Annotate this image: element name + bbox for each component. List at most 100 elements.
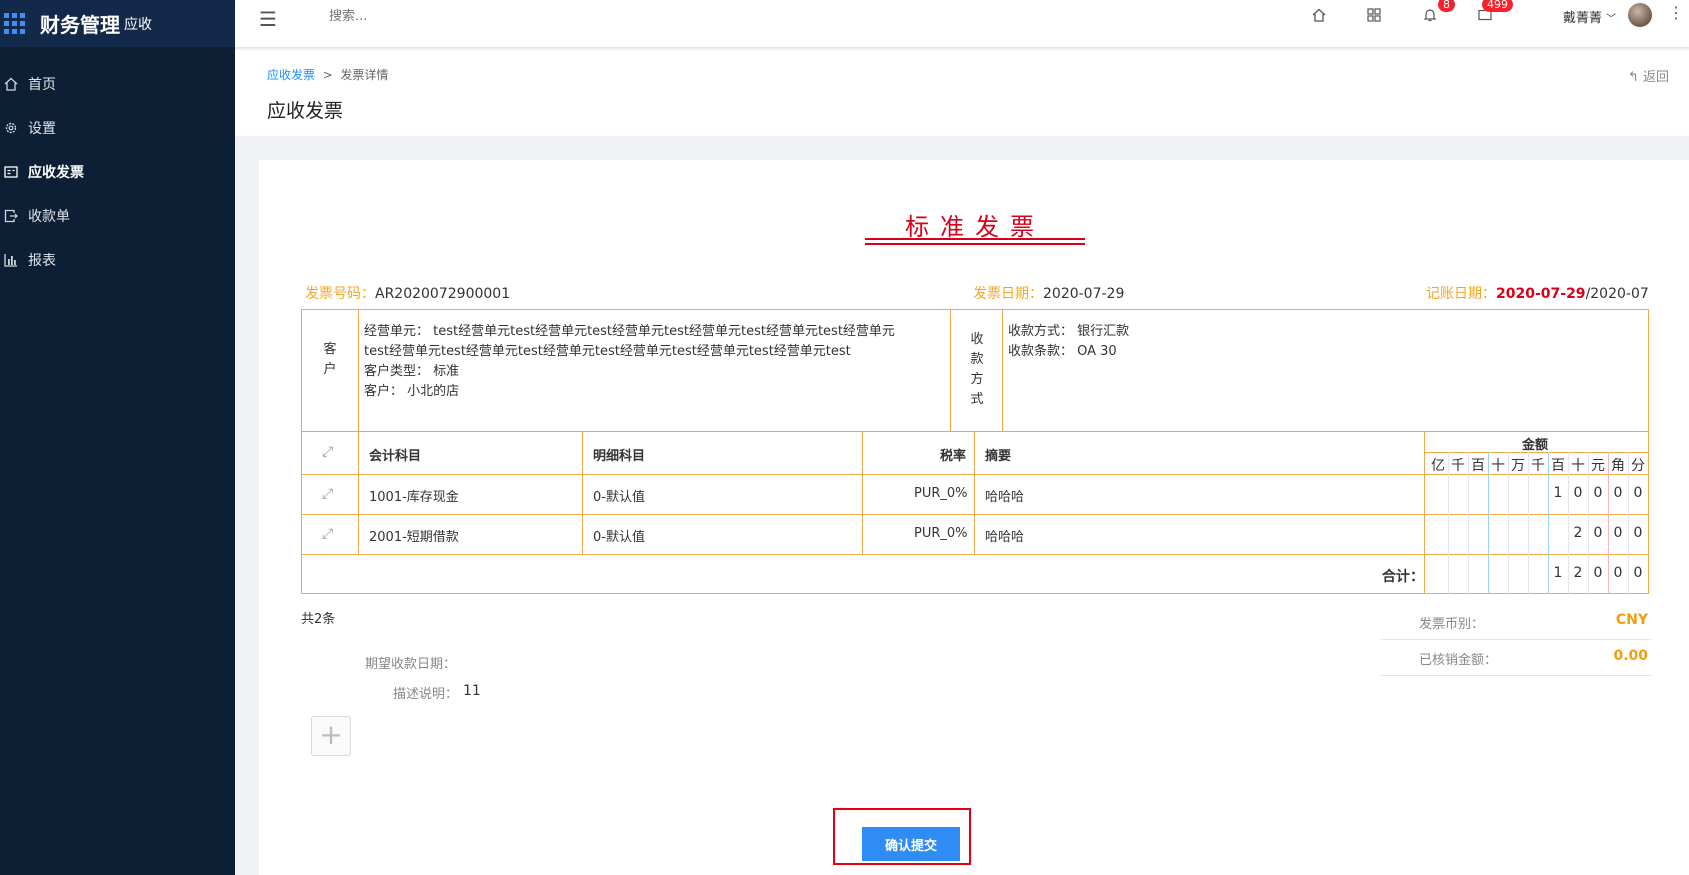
row-summary: 哈哈哈: [985, 530, 1025, 545]
total-digit: 0: [1613, 565, 1623, 581]
posting-date-value: 2020-07-29: [1496, 286, 1586, 302]
home-icon: [4, 77, 18, 91]
digit-unit-label: 万: [1511, 458, 1525, 474]
receipt-icon: [4, 209, 18, 223]
upload-button[interactable]: +: [311, 716, 351, 756]
row-summary: 哈哈哈: [985, 490, 1025, 505]
description-value: 11: [463, 683, 481, 699]
payment-info-line: 收款条款： OA 30: [1008, 344, 1117, 359]
customer-info-line: 客户： 小北的店: [364, 384, 460, 399]
row-detail: 0-默认值: [593, 530, 645, 545]
expected-date-label: 期望收款日期：: [365, 657, 457, 672]
expand-row-icon[interactable]: ⤢: [322, 526, 333, 542]
amount-digit: 2: [1573, 525, 1583, 541]
digit-unit-label: 百: [1471, 458, 1485, 474]
top-bar: ☰ 8 499 戴菁菁 ﹀ ⋮: [235, 0, 1689, 47]
amount-digit: 0: [1613, 485, 1623, 501]
sidebar-item-label: 设置: [28, 121, 56, 137]
app-title: 财务管理: [40, 13, 120, 37]
col-amount: 金额: [1522, 438, 1549, 453]
message-badge: 499: [1482, 0, 1513, 12]
avatar[interactable]: [1628, 3, 1652, 27]
sidebar-item-home[interactable]: 首页: [0, 62, 235, 106]
breadcrumb-link-invoices[interactable]: 应收发票: [267, 68, 315, 82]
verified-amount-row: 已核销金额： 0.00: [1381, 639, 1651, 676]
breadcrumb: 应收发票 > 发票详情: [267, 66, 388, 83]
currency-value: CNY: [1615, 612, 1648, 628]
posting-date-period: /2020-07: [1585, 286, 1649, 302]
row-account: 1001-库存现金: [369, 490, 459, 505]
username: 戴菁菁: [1563, 11, 1603, 26]
invoice-number-value: AR2020072900001: [375, 286, 511, 302]
back-button[interactable]: ↰ 返回: [1628, 66, 1669, 85]
breadcrumb-separator: >: [322, 68, 333, 82]
sidebar-nav: 首页 设置 应收发票 收款单 报表: [0, 47, 235, 282]
row-account: 2001-短期借款: [369, 530, 459, 545]
col-summary: 摘要: [985, 449, 1012, 464]
customer-info-line: 客户类型： 标准: [364, 364, 460, 379]
bell-icon[interactable]: [1422, 7, 1438, 27]
sidebar-item-label: 应收发票: [28, 165, 84, 181]
page-header: 应收发票 > 发票详情 应收发票 ↰ 返回: [235, 50, 1689, 136]
divider: [862, 432, 863, 554]
expand-row-icon[interactable]: ⤢: [322, 486, 333, 502]
digit-unit-label: 百: [1551, 458, 1565, 474]
divider: [301, 514, 1649, 515]
digit-unit-label: 亿: [1431, 458, 1445, 474]
amount-digit: 0: [1593, 485, 1603, 501]
breadcrumb-current: 发票详情: [340, 68, 389, 82]
row-tax: PUR_0%: [914, 526, 968, 541]
divider: [301, 554, 1649, 555]
amount-digit: 0: [1593, 525, 1603, 541]
divider: [358, 309, 359, 432]
digit-unit-label: 千: [1531, 458, 1545, 474]
sidebar-item-receipt[interactable]: 收款单: [0, 194, 235, 238]
gear-icon: [4, 121, 18, 135]
customer-info-line: 经营单元： test经营单元test经营单元test经营单元test经营单元te…: [364, 324, 895, 339]
digit-unit-label: 角: [1611, 458, 1625, 474]
more-vertical-icon[interactable]: ⋮: [1668, 3, 1684, 22]
bar-chart-icon: [4, 253, 18, 267]
digit-unit-label: 十: [1571, 458, 1585, 474]
col-account: 会计科目: [369, 449, 422, 464]
sidebar-item-label: 报表: [28, 253, 56, 269]
home-icon[interactable]: [1311, 7, 1327, 27]
digit-unit-label: 十: [1491, 458, 1505, 474]
posting-date-label: 记账日期：: [1426, 286, 1496, 302]
confirm-submit-button[interactable]: 确认提交: [862, 827, 960, 861]
invoice-title: 标准发票: [905, 213, 1045, 241]
return-icon: ↰: [1627, 70, 1639, 85]
divider: [950, 309, 951, 432]
sidebar-item-label: 收款单: [28, 209, 70, 225]
customer-header: 客户: [323, 342, 337, 377]
notification-badge: 8: [1438, 0, 1455, 12]
total-digit: 0: [1633, 565, 1643, 581]
verified-amount-label: 已核销金额：: [1419, 653, 1498, 668]
total-label: 合计：: [1382, 569, 1424, 585]
currency-label: 发票币别：: [1419, 617, 1485, 632]
currency-row: 发票币别： CNY: [1381, 603, 1651, 640]
row-count: 共2条: [301, 612, 336, 627]
sidebar-item-receivable-invoice[interactable]: 应收发票: [0, 150, 235, 194]
expand-icon[interactable]: ⤢: [322, 444, 333, 460]
digit-unit-label: 分: [1631, 458, 1645, 474]
amount-digit: 0: [1573, 485, 1583, 501]
search-input[interactable]: [327, 8, 531, 25]
title-underline: [865, 243, 1085, 245]
invoice-date-value: 2020-07-29: [1043, 286, 1125, 302]
posting-date: 记账日期：2020-07-29/2020-07: [1426, 283, 1649, 303]
user-menu[interactable]: 戴菁菁 ﹀: [1563, 7, 1616, 26]
apps-grid-icon[interactable]: [1366, 7, 1382, 27]
title-underline: [865, 238, 1085, 240]
page-title: 应收发票: [267, 100, 344, 122]
invoice-icon: [4, 165, 18, 179]
sidebar-item-settings[interactable]: 设置: [0, 106, 235, 150]
sidebar-item-label: 首页: [28, 77, 56, 93]
description-label: 描述说明：: [393, 687, 459, 702]
menu-fold-icon[interactable]: ☰: [259, 7, 277, 31]
invoice-date-label: 发票日期：: [973, 286, 1043, 302]
app-logo: 财务管理 应收: [0, 0, 235, 47]
invoice-number: 发票号码：AR2020072900001: [305, 283, 510, 303]
sidebar-item-report[interactable]: 报表: [0, 238, 235, 282]
total-digit: 2: [1573, 565, 1583, 581]
